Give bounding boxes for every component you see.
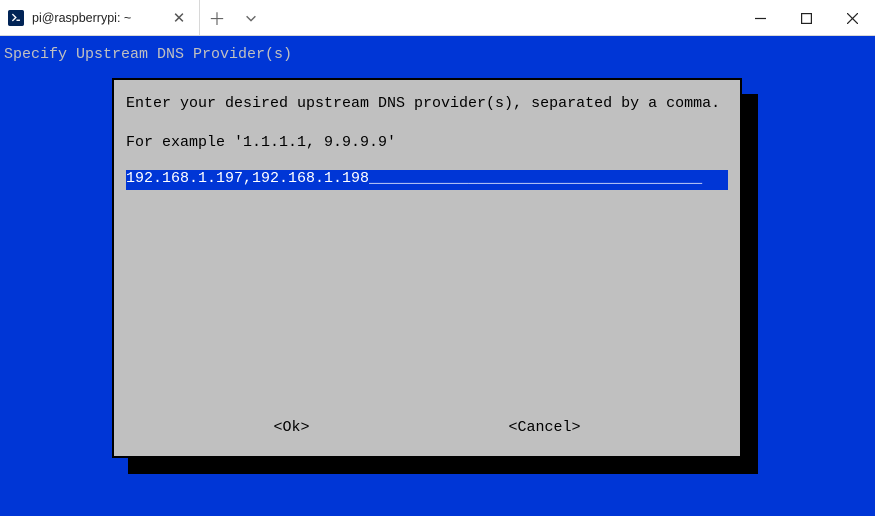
- dialog-line-1: Enter your desired upstream DNS provider…: [126, 92, 728, 117]
- ok-button[interactable]: <Ok>: [273, 419, 309, 436]
- minimize-button[interactable]: [737, 0, 783, 36]
- dns-dialog: Enter your desired upstream DNS provider…: [112, 78, 742, 458]
- dns-input[interactable]: 192.168.1.197,192.168.1.198_____________…: [126, 170, 728, 190]
- window-controls: [737, 0, 875, 36]
- dialog-line-2: For example '1.1.1.1, 9.9.9.9': [126, 131, 728, 156]
- cancel-button[interactable]: <Cancel>: [508, 419, 580, 436]
- titlebar: pi@raspberrypi: ~ ✕ ＋: [0, 0, 875, 36]
- close-tab-button[interactable]: ✕: [169, 8, 189, 28]
- new-tab-button[interactable]: ＋: [200, 0, 234, 35]
- dialog-buttons: <Ok> <Cancel>: [114, 419, 740, 436]
- terminal-tab[interactable]: pi@raspberrypi: ~ ✕: [0, 0, 200, 35]
- close-window-button[interactable]: [829, 0, 875, 36]
- tab-dropdown-button[interactable]: [234, 0, 268, 35]
- dns-input-value: 192.168.1.197,192.168.1.198: [126, 170, 369, 190]
- powershell-icon: [8, 10, 24, 26]
- dialog-title: Specify Upstream DNS Provider(s): [2, 38, 873, 63]
- terminal-viewport: Specify Upstream DNS Provider(s) Enter y…: [0, 36, 875, 516]
- dns-input-fill: _____________________________________: [369, 170, 728, 190]
- tab-title: pi@raspberrypi: ~: [32, 11, 161, 25]
- maximize-button[interactable]: [783, 0, 829, 36]
